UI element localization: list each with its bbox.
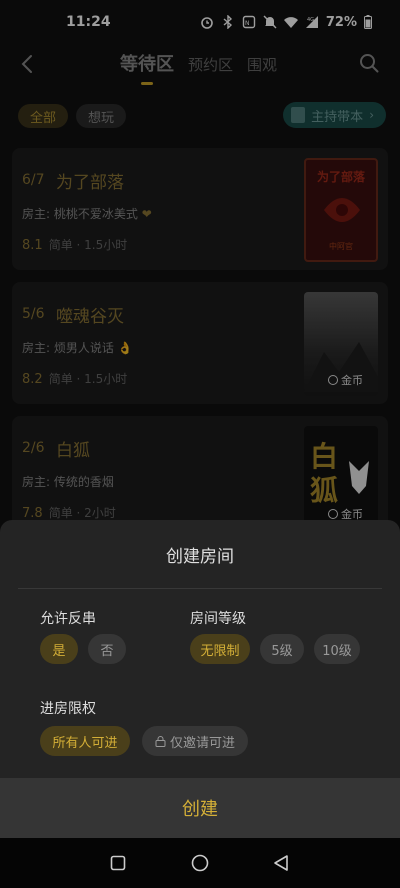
room-title: 噬魂谷灭 <box>56 307 124 327</box>
room-title: 白狐 <box>56 441 90 461</box>
wifi-icon <box>283 17 298 28</box>
recent-apps-icon[interactable] <box>110 855 126 871</box>
back-icon[interactable] <box>273 854 289 872</box>
status-time: 11:24 <box>66 14 111 30</box>
room-player-count: 6/7 <box>22 172 45 188</box>
room-meta: 7.8 简单 · 2小时 <box>22 506 116 521</box>
dragon-emblem-icon <box>324 198 360 222</box>
room-cover-image: 为了部落 中阿官 <box>304 158 378 262</box>
battery-percent: 72% <box>325 14 357 30</box>
room-tabs: 等待区 预约区 围观 <box>120 50 277 85</box>
alarm-icon <box>201 17 213 29</box>
top-header: 等待区 预约区 围观 <box>0 44 400 85</box>
coin-tag: 金币 <box>328 372 363 388</box>
room-level-label: 房间等级 <box>190 611 246 627</box>
tab-waiting[interactable]: 等待区 <box>120 50 174 85</box>
svg-text:4G: 4G <box>307 17 314 23</box>
host-script-button[interactable]: 主持带本 › <box>283 102 386 128</box>
room-player-count: 5/6 <box>22 306 45 322</box>
ok-hand-icon: 👌 <box>117 341 133 355</box>
room-owner: 房主: 传统的香烟 <box>22 475 114 489</box>
book-icon <box>291 107 306 123</box>
search-icon[interactable] <box>358 52 380 74</box>
fox-icon <box>349 461 369 494</box>
home-icon[interactable] <box>191 854 209 872</box>
entry-invite-only[interactable]: 仅邀请可进 <box>142 726 248 756</box>
chevron-right-icon: › <box>369 108 374 122</box>
status-icons: N 4G 72% <box>200 15 372 30</box>
filter-chip-want[interactable]: 想玩 <box>76 104 127 128</box>
room-owner: 房主: 烦男人说话 👌 <box>22 341 133 355</box>
entry-permission-label: 进房限权 <box>40 701 96 717</box>
filter-row: 全部 想玩 主持带本 › <box>18 102 386 130</box>
room-cover-image: 金币 <box>304 292 378 396</box>
create-room-button[interactable]: 创建 <box>0 778 400 838</box>
lock-icon <box>155 735 166 747</box>
entry-anyone[interactable]: 所有人可进 <box>40 726 130 756</box>
svg-text:N: N <box>245 20 250 27</box>
room-owner: 房主: 桃桃不爱冰美式 ❤ <box>22 207 152 221</box>
room-level-5[interactable]: 5级 <box>260 634 304 664</box>
room-player-count: 2/6 <box>22 440 45 456</box>
system-nav-bar <box>0 838 400 888</box>
room-title: 为了部落 <box>56 173 124 193</box>
mute-icon <box>263 15 277 29</box>
bluetooth-icon <box>223 15 232 29</box>
nfc-icon: N <box>242 15 256 29</box>
signal-icon: 4G <box>305 16 318 28</box>
room-meta: 8.1 简单 · 1.5小时 <box>22 238 128 253</box>
room-card[interactable]: 5/6 噬魂谷灭 房主: 烦男人说话 👌 8.2 简单 · 1.5小时 金币 <box>12 282 388 404</box>
allow-reverse-no[interactable]: 否 <box>88 634 126 664</box>
back-arrow-icon[interactable] <box>16 52 40 76</box>
tab-spectate[interactable]: 围观 <box>247 54 277 75</box>
room-level-10[interactable]: 10级 <box>314 634 360 664</box>
allow-reverse-label: 允许反串 <box>40 611 96 627</box>
status-bar: 11:24 N 4G 72% <box>0 0 400 44</box>
tab-reserved[interactable]: 预约区 <box>188 54 233 75</box>
room-level-unlimited[interactable]: 无限制 <box>190 634 250 664</box>
filter-chip-all[interactable]: 全部 <box>18 104 69 128</box>
heart-badge-icon: ❤ <box>141 207 152 221</box>
sheet-title: 创建房间 <box>166 547 234 567</box>
room-cover-image: 白狐 金币 <box>304 426 378 530</box>
sheet-divider <box>18 588 382 589</box>
coin-icon <box>328 375 338 385</box>
allow-reverse-yes[interactable]: 是 <box>40 634 78 664</box>
room-meta: 8.2 简单 · 1.5小时 <box>22 372 128 387</box>
host-script-label: 主持带本 <box>311 109 364 125</box>
coin-icon <box>328 509 338 519</box>
room-card[interactable]: 6/7 为了部落 房主: 桃桃不爱冰美式 ❤ 8.1 简单 · 1.5小时 为了部… <box>12 148 388 270</box>
battery-icon <box>364 15 372 29</box>
